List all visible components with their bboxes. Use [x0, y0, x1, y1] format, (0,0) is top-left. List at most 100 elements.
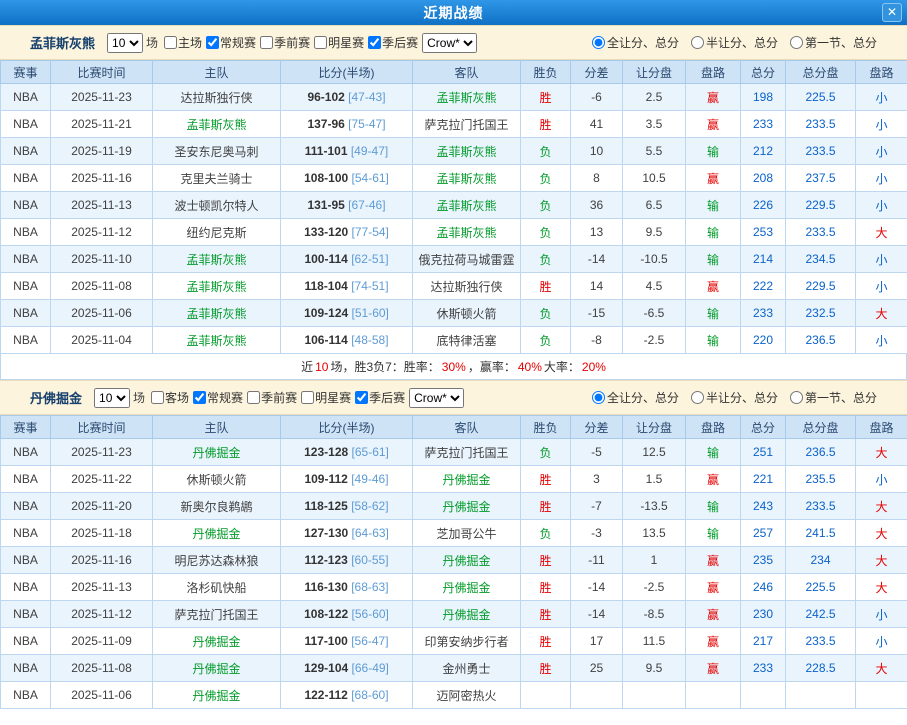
- radio-full-handicap[interactable]: 全让分、总分: [592, 34, 679, 51]
- playoff-checkbox-input[interactable]: [368, 36, 381, 49]
- ou-result-cell: 大: [856, 547, 907, 574]
- half-score: [74-51]: [351, 279, 388, 293]
- nuggets-filterbar: 丹佛掘金 10 场 客场 常规赛 季前赛 明星赛 季后赛 Crow* 全让分、总…: [0, 380, 907, 415]
- radio-label: 半让分、总分: [706, 34, 778, 51]
- filter-home-checkbox[interactable]: 主场: [160, 34, 202, 51]
- allstar-checkbox-input[interactable]: [301, 391, 314, 404]
- col-total: 总分: [741, 416, 786, 439]
- league-cell: NBA: [1, 628, 51, 655]
- col-result: 胜负: [521, 61, 571, 84]
- away-team-cell: 丹佛掘金: [413, 574, 521, 601]
- home-team-cell: 孟菲斯灰熊: [153, 246, 281, 273]
- diff-cell: 3: [571, 466, 623, 493]
- full-score: 96-102: [307, 90, 344, 104]
- regular-checkbox-input[interactable]: [206, 36, 219, 49]
- filter-away-checkbox[interactable]: 客场: [147, 389, 189, 406]
- result-cell: 胜: [521, 273, 571, 300]
- handicap-cell: 9.5: [623, 219, 686, 246]
- league-cell: NBA: [1, 655, 51, 682]
- date-cell: 2025-11-04: [51, 327, 153, 354]
- table-header-row: 赛事 比赛时间 主队 比分(半场) 客队 胜负 分差 让分盘 盘路 总分 总分盘…: [1, 61, 907, 84]
- radio-full-handicap-input[interactable]: [592, 391, 605, 404]
- away-team-cell: 俄克拉荷马城雷霆: [413, 246, 521, 273]
- filter-playoff-checkbox[interactable]: 季后赛: [364, 34, 418, 51]
- diff-cell: -3: [571, 520, 623, 547]
- total-cell: 233: [741, 111, 786, 138]
- full-score: 108-100: [304, 171, 348, 185]
- full-score: 117-100: [304, 634, 347, 648]
- filter-regular-checkbox[interactable]: 常规赛: [202, 34, 256, 51]
- diff-cell: -14: [571, 574, 623, 601]
- total-line-cell: 228.5: [786, 655, 856, 682]
- grizzlies-radio-group: 全让分、总分 半让分、总分 第一节、总分: [580, 34, 893, 51]
- preseason-checkbox-input[interactable]: [260, 36, 273, 49]
- radio-full-handicap-input[interactable]: [592, 36, 605, 49]
- radio-first-quarter-input[interactable]: [790, 391, 803, 404]
- table-row: NBA 2025-11-21 孟菲斯灰熊 137-96 [75-47] 萨克拉门…: [1, 111, 907, 138]
- games-count-select[interactable]: 10: [94, 388, 130, 408]
- handicap-cell: 3.5: [623, 111, 686, 138]
- regular-checkbox-input[interactable]: [193, 391, 206, 404]
- filter-allstar-checkbox[interactable]: 明星赛: [297, 389, 351, 406]
- result-cell: 负: [521, 219, 571, 246]
- result-cell: 负: [521, 246, 571, 273]
- full-score: 122-112: [304, 688, 347, 702]
- playoff-checkbox-input[interactable]: [355, 391, 368, 404]
- odds-source-select[interactable]: Crow*: [409, 388, 464, 408]
- allstar-checkbox-input[interactable]: [314, 36, 327, 49]
- handicap-cell: 5.5: [623, 138, 686, 165]
- full-score: 109-124: [304, 306, 348, 320]
- col-diff: 分差: [571, 416, 623, 439]
- radio-first-quarter-input[interactable]: [790, 36, 803, 49]
- col-total-line: 总分盘: [786, 61, 856, 84]
- home-checkbox-input[interactable]: [164, 36, 177, 49]
- close-icon[interactable]: ✕: [882, 3, 902, 22]
- radio-half-handicap[interactable]: 半让分、总分: [691, 34, 778, 51]
- half-score: [65-61]: [352, 445, 389, 459]
- filter-regular-checkbox[interactable]: 常规赛: [189, 389, 243, 406]
- away-checkbox-input[interactable]: [151, 391, 164, 404]
- ou-result-cell: 小: [856, 273, 907, 300]
- checkbox-label: 季前赛: [274, 34, 310, 51]
- games-count-suffix: 场: [133, 389, 145, 406]
- diff-cell: -11: [571, 547, 623, 574]
- games-count-select[interactable]: 10: [107, 33, 143, 53]
- radio-half-handicap[interactable]: 半让分、总分: [691, 389, 778, 406]
- odds-source-select[interactable]: Crow*: [422, 33, 477, 53]
- score-cell: 118-125 [58-62]: [281, 493, 413, 520]
- total-line-cell: 233.5: [786, 111, 856, 138]
- filter-preseason-checkbox[interactable]: 季前赛: [256, 34, 310, 51]
- summary-text-part: ，赢率：: [468, 358, 516, 375]
- summary-text-part: 40%: [518, 360, 542, 374]
- preseason-checkbox-input[interactable]: [247, 391, 260, 404]
- date-cell: 2025-11-16: [51, 547, 153, 574]
- grizzlies-games-table: 赛事 比赛时间 主队 比分(半场) 客队 胜负 分差 让分盘 盘路 总分 总分盘…: [0, 60, 907, 354]
- total-cell: 214: [741, 246, 786, 273]
- ou-result-cell: 小: [856, 165, 907, 192]
- radio-half-handicap-input[interactable]: [691, 391, 704, 404]
- handicap-cell: 10.5: [623, 165, 686, 192]
- radio-full-handicap[interactable]: 全让分、总分: [592, 389, 679, 406]
- filter-preseason-checkbox[interactable]: 季前赛: [243, 389, 297, 406]
- total-cell: 235: [741, 547, 786, 574]
- radio-first-quarter[interactable]: 第一节、总分: [790, 389, 877, 406]
- col-date: 比赛时间: [51, 416, 153, 439]
- filter-allstar-checkbox[interactable]: 明星赛: [310, 34, 364, 51]
- league-cell: NBA: [1, 327, 51, 354]
- away-team-cell: 丹佛掘金: [413, 601, 521, 628]
- league-cell: NBA: [1, 493, 51, 520]
- radio-first-quarter[interactable]: 第一节、总分: [790, 34, 877, 51]
- score-cell: 96-102 [47-43]: [281, 84, 413, 111]
- away-team-cell: 达拉斯独行侠: [413, 273, 521, 300]
- filter-playoff-checkbox[interactable]: 季后赛: [351, 389, 405, 406]
- result-cell: 负: [521, 138, 571, 165]
- checkbox-label: 明星赛: [315, 389, 351, 406]
- table-row: NBA 2025-11-06 丹佛掘金 122-112 [68-60] 迈阿密热…: [1, 682, 907, 709]
- radio-label: 半让分、总分: [706, 389, 778, 406]
- radio-half-handicap-input[interactable]: [691, 36, 704, 49]
- score-cell: 108-122 [56-60]: [281, 601, 413, 628]
- league-cell: NBA: [1, 466, 51, 493]
- score-cell: 122-112 [68-60]: [281, 682, 413, 709]
- table-row: NBA 2025-11-04 孟菲斯灰熊 106-114 [48-58] 底特律…: [1, 327, 907, 354]
- total-line-cell: 225.5: [786, 84, 856, 111]
